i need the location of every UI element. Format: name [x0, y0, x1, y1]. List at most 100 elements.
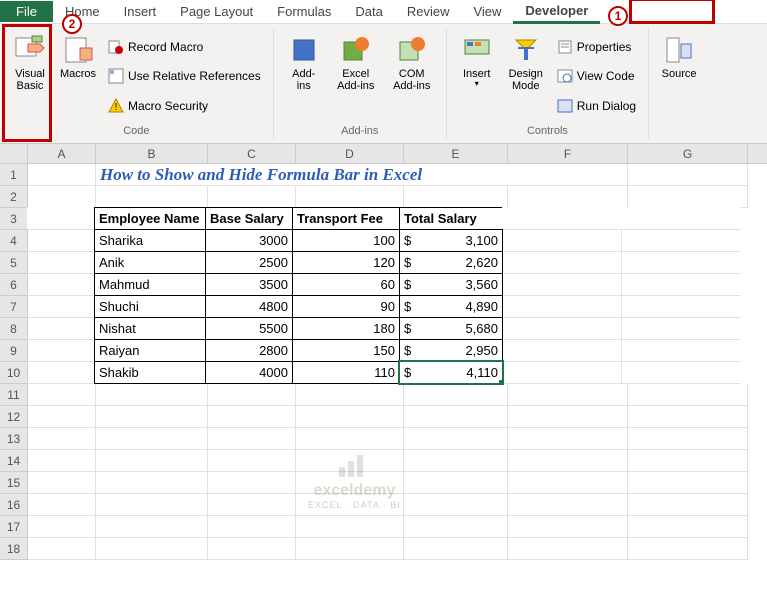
table-row[interactable]: $2,620 [399, 251, 503, 274]
design-mode-button[interactable]: Design Mode [501, 30, 551, 123]
tab-data[interactable]: Data [343, 1, 394, 22]
table-row[interactable]: 5500 [205, 317, 293, 340]
tab-insert[interactable]: Insert [112, 1, 169, 22]
header-total-salary[interactable]: Total Salary [399, 207, 503, 230]
table-row[interactable]: $5,680 [399, 317, 503, 340]
table-row[interactable]: 150 [292, 339, 400, 362]
table-row[interactable]: Sharika [94, 229, 206, 252]
tab-formulas[interactable]: Formulas [265, 1, 343, 22]
cells-area[interactable]: How to Show and Hide Formula Bar in Exce… [28, 164, 767, 560]
table-row[interactable]: Shuchi [94, 295, 206, 318]
col-D[interactable]: D [296, 144, 404, 163]
column-headers: A B C D E F G [0, 144, 767, 164]
tab-home[interactable]: Home [53, 1, 112, 22]
visual-basic-button[interactable]: Visual Basic [6, 30, 54, 123]
tab-page-layout[interactable]: Page Layout [168, 1, 265, 22]
cell-A1[interactable] [28, 164, 96, 186]
addins-icon [288, 34, 320, 66]
ribbon-group-code: Visual Basic Macros Record Macro Use Rel… [0, 28, 274, 139]
col-C[interactable]: C [208, 144, 296, 163]
table-row[interactable]: Shakib [94, 361, 206, 384]
table-row[interactable]: 3500 [205, 273, 293, 296]
table-row[interactable]: 120 [292, 251, 400, 274]
row-18[interactable]: 18 [0, 538, 28, 560]
row-14[interactable]: 14 [0, 450, 28, 472]
table-row[interactable]: 90 [292, 295, 400, 318]
annotation-box-developer [629, 0, 715, 24]
table-row[interactable]: $4,110 [399, 361, 503, 384]
table-row[interactable]: 100 [292, 229, 400, 252]
table-row[interactable]: $3,100 [399, 229, 503, 252]
col-G[interactable]: G [628, 144, 748, 163]
tab-review[interactable]: Review [395, 1, 462, 22]
row-7[interactable]: 7 [0, 296, 28, 318]
run-dialog-icon [557, 98, 573, 114]
macro-security-button[interactable]: !Macro Security [106, 97, 263, 115]
row-4[interactable]: 4 [0, 230, 28, 252]
grid: 123456789101112131415161718 How to Show … [0, 164, 767, 560]
table-row[interactable]: $2,950 [399, 339, 503, 362]
row-8[interactable]: 8 [0, 318, 28, 340]
excel-addins-button[interactable]: Excel Add-ins [328, 30, 384, 123]
row-9[interactable]: 9 [0, 340, 28, 362]
col-A[interactable]: A [28, 144, 96, 163]
row-1[interactable]: 1 [0, 164, 28, 186]
run-dialog-button[interactable]: Run Dialog [555, 97, 638, 115]
ribbon-group-addins: Add- ins Excel Add-ins COM Add-ins Add-i… [274, 28, 447, 139]
design-mode-icon [510, 34, 542, 66]
table-row[interactable]: 180 [292, 317, 400, 340]
row-5[interactable]: 5 [0, 252, 28, 274]
tab-file[interactable]: File [0, 1, 53, 22]
col-B[interactable]: B [96, 144, 208, 163]
table-row[interactable]: Nishat [94, 317, 206, 340]
cell-G1[interactable] [628, 164, 748, 186]
row-6[interactable]: 6 [0, 274, 28, 296]
properties-button[interactable]: Properties [555, 38, 638, 56]
header-transport-fee[interactable]: Transport Fee [292, 207, 400, 230]
col-F[interactable]: F [508, 144, 628, 163]
row-12[interactable]: 12 [0, 406, 28, 428]
row-2[interactable]: 2 [0, 186, 28, 208]
group-label-addins: Add-ins [280, 123, 440, 137]
addins-button[interactable]: Add- ins [280, 30, 328, 123]
col-E[interactable]: E [404, 144, 508, 163]
table-row[interactable]: 4000 [205, 361, 293, 384]
table-row[interactable]: Anik [94, 251, 206, 274]
header-employee[interactable]: Employee Name [94, 207, 206, 230]
table-row[interactable]: 4800 [205, 295, 293, 318]
title-cell[interactable]: How to Show and Hide Formula Bar in Exce… [96, 164, 628, 186]
row-10[interactable]: 10 [0, 362, 28, 384]
header-base-salary[interactable]: Base Salary [205, 207, 293, 230]
row-15[interactable]: 15 [0, 472, 28, 494]
group-label-code: Code [6, 123, 267, 137]
row-3[interactable]: 3 [0, 208, 28, 230]
relative-references-button[interactable]: Use Relative References [106, 67, 263, 85]
table-row[interactable]: 60 [292, 273, 400, 296]
record-macro-button[interactable]: Record Macro [106, 38, 263, 56]
table-row[interactable]: 3000 [205, 229, 293, 252]
table-row[interactable]: $4,890 [399, 295, 503, 318]
tab-view[interactable]: View [461, 1, 513, 22]
table-row[interactable]: Raiyan [94, 339, 206, 362]
svg-text:!: ! [115, 102, 118, 113]
record-macro-icon [108, 39, 124, 55]
table-row[interactable]: 110 [292, 361, 400, 384]
insert-control-button[interactable]: Insert▾ [453, 30, 501, 123]
table-row[interactable]: Mahmud [94, 273, 206, 296]
table-row[interactable]: $3,560 [399, 273, 503, 296]
row-17[interactable]: 17 [0, 516, 28, 538]
row-16[interactable]: 16 [0, 494, 28, 516]
ribbon-group-xml: Source [649, 28, 709, 139]
row-11[interactable]: 11 [0, 384, 28, 406]
select-all-corner[interactable] [0, 144, 28, 163]
properties-icon [557, 39, 573, 55]
view-code-button[interactable]: View Code [555, 67, 638, 85]
tab-developer[interactable]: Developer [513, 0, 600, 24]
row-13[interactable]: 13 [0, 428, 28, 450]
table-row[interactable]: 2500 [205, 251, 293, 274]
source-button[interactable]: Source [655, 30, 703, 137]
com-addins-button[interactable]: COM Add-ins [384, 30, 440, 123]
table-row[interactable]: 2800 [205, 339, 293, 362]
macros-button[interactable]: Macros [54, 30, 102, 123]
ribbon-content: 2 Visual Basic Macros Record Macro Use R… [0, 24, 767, 144]
